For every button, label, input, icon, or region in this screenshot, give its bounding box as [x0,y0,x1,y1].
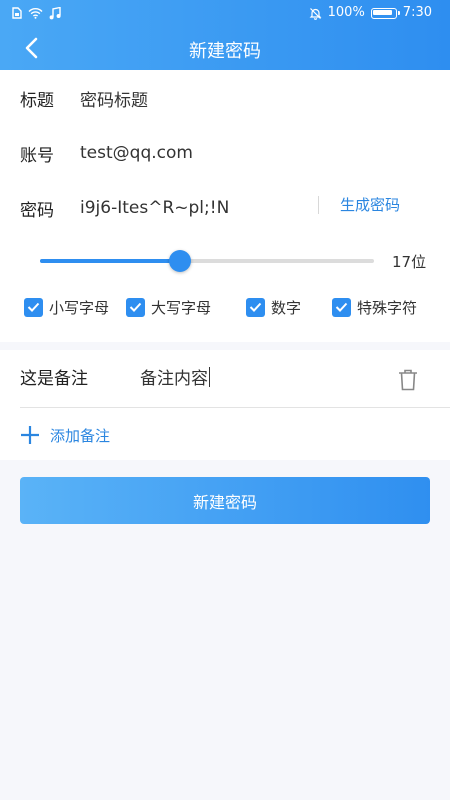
notifications-off-icon [309,7,322,20]
create-password-button[interactable]: 新建密码 [20,477,430,524]
option-label: 小写字母 [49,298,110,317]
length-slider[interactable] [40,250,374,272]
option-lowercase[interactable]: 小写字母 [24,296,109,318]
generate-password-button[interactable]: 生成密码 [340,194,400,216]
option-digits[interactable]: 数字 [246,296,301,318]
title-label: 标题 [20,90,54,111]
battery-icon [370,7,400,19]
status-icons-left [12,0,61,26]
page-title: 新建密码 [189,41,261,62]
plus-icon [21,426,39,444]
option-label: 特殊字符 [357,298,418,317]
length-label: 17位 [392,253,427,271]
add-note-label: 添加备注 [50,426,111,445]
title-row[interactable]: 标题 密码标题 [20,83,148,113]
trash-icon [399,369,417,391]
account-row[interactable]: 账号 test@qq.com [20,138,193,168]
sim-card-icon [12,7,22,19]
checkbox-checked-icon[interactable] [332,297,351,317]
battery-percent: 100% [327,5,365,20]
option-uppercase[interactable]: 大写字母 [126,296,211,318]
slider-thumb[interactable] [169,250,192,272]
account-input[interactable]: test@qq.com [80,143,193,163]
note-divider [20,407,450,408]
music-note-icon [49,6,61,19]
password-label: 密码 [20,200,54,221]
character-options: 小写字母 大写字母 数字 特殊字符 [24,296,434,318]
notes-section: 这是备注 备注内容 添加备注 [0,350,450,460]
note-title-input[interactable]: 这是备注 [20,366,88,392]
app-header: 100% 7:30 新建密码 [0,0,450,70]
password-input[interactable]: i9j6-Ites^R~pl;!N [80,198,229,218]
note-content-input[interactable]: 备注内容 [140,366,210,392]
password-row[interactable]: 密码 i9j6-Ites^R~pl;!N [20,193,229,223]
checkbox-checked-icon[interactable] [126,297,145,317]
option-label: 数字 [271,298,302,317]
checkbox-checked-icon[interactable] [246,297,265,317]
slider-fill [40,259,181,263]
note-content-text: 备注内容 [140,369,208,389]
wifi-icon [28,8,43,19]
status-bar: 100% 7:30 [0,0,450,26]
option-label: 大写字母 [151,298,212,317]
title-input[interactable]: 密码标题 [80,86,148,111]
option-special[interactable]: 特殊字符 [332,296,417,318]
delete-note-button[interactable] [394,366,422,394]
checkbox-checked-icon[interactable] [24,297,43,317]
password-form: 标题 密码标题 账号 test@qq.com 密码 i9j6-Ites^R~pl… [0,70,450,342]
generate-divider [318,196,319,214]
add-note-button[interactable]: 添加备注 [20,422,110,448]
account-label: 账号 [20,145,54,166]
status-icons-right: 100% 7:30 [309,0,432,26]
text-caret [209,367,210,387]
status-time: 7:30 [402,5,432,20]
